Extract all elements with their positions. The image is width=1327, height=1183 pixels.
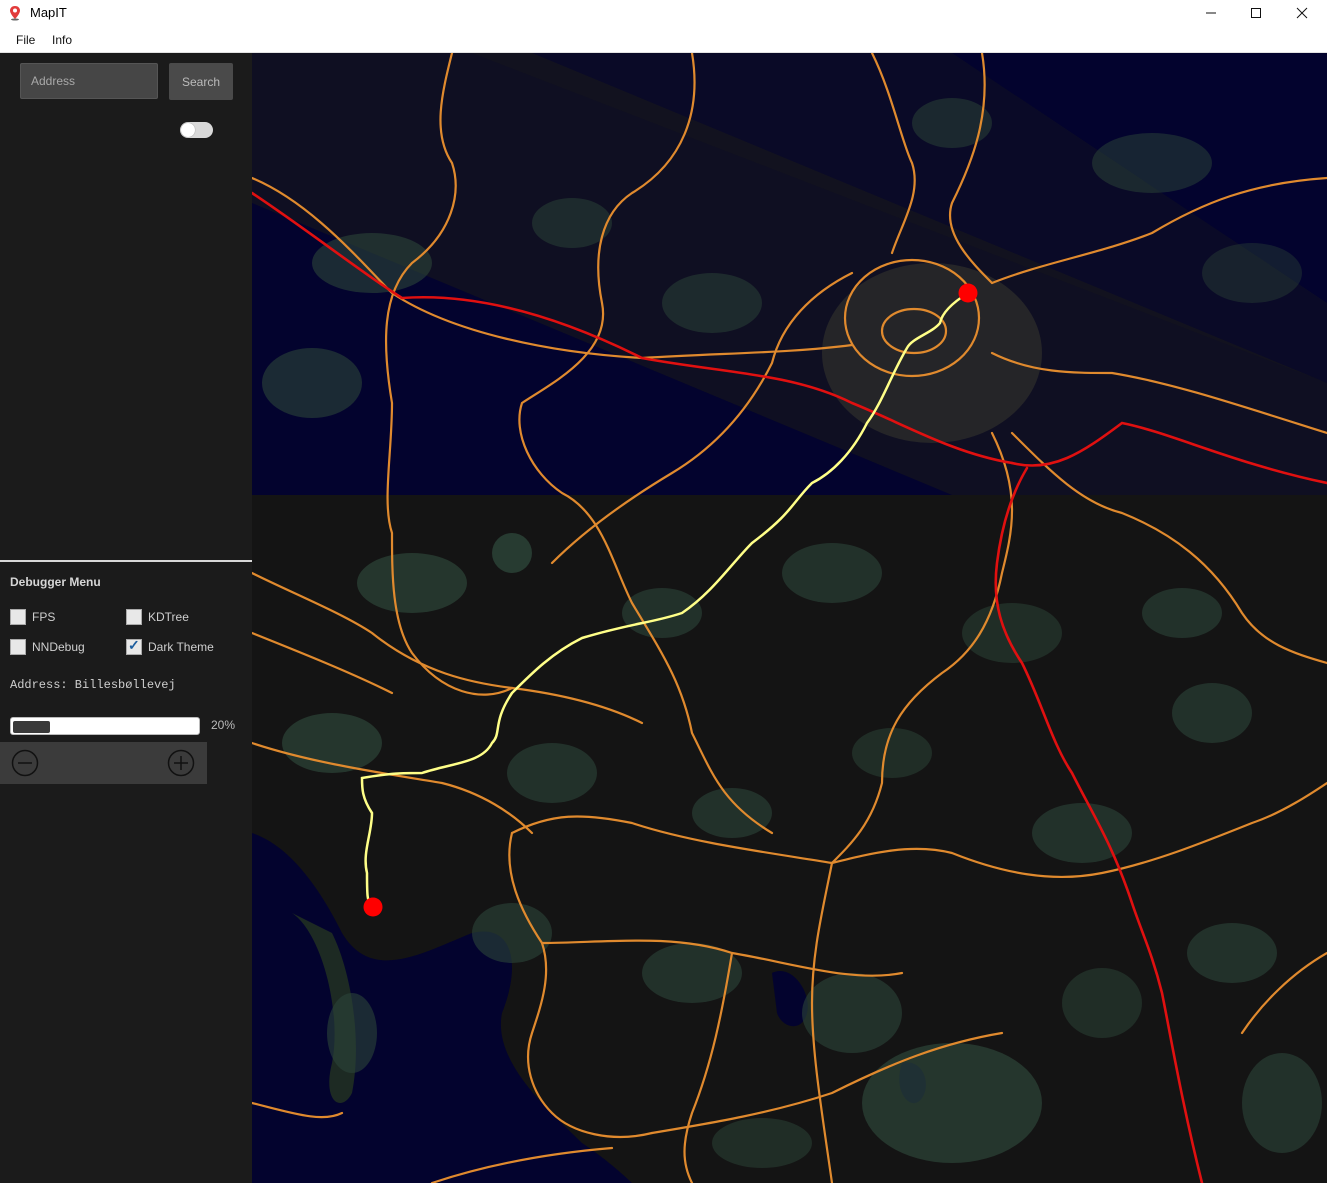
fps-label: FPS [32, 610, 56, 624]
route-start-marker[interactable] [958, 283, 978, 303]
kdtree-checkbox-box[interactable] [126, 609, 142, 625]
debugger-menu-title: Debugger Menu [10, 575, 101, 589]
progress-percent-label: 20% [211, 718, 236, 732]
kdtree-checkbox[interactable]: KDTree [126, 609, 189, 625]
map-pin-icon [10, 6, 20, 21]
menu-info[interactable]: Info [52, 33, 72, 47]
toggle-switch[interactable] [180, 122, 213, 138]
maximize-icon [1251, 8, 1261, 18]
progress-bar [10, 717, 200, 735]
toggle-knob [181, 123, 195, 137]
search-button[interactable]: Search [169, 63, 233, 100]
current-address-text: Address: Billesbøllevej [10, 678, 176, 692]
city-area [822, 263, 1042, 443]
sidebar: Search Debugger Menu FPS KDTree NNDebug … [0, 53, 252, 1183]
close-button[interactable] [1279, 0, 1325, 26]
zoom-in-icon[interactable] [167, 749, 195, 777]
nndebug-checkbox[interactable]: NNDebug [10, 639, 85, 655]
dark-theme-checkbox[interactable]: Dark Theme [126, 637, 214, 655]
maximize-button[interactable] [1233, 0, 1279, 26]
divider [0, 560, 252, 562]
menu-bar: File Info [0, 26, 1327, 53]
menu-file[interactable]: File [16, 33, 35, 47]
address-input[interactable] [20, 63, 158, 99]
kdtree-label: KDTree [148, 610, 189, 624]
close-icon [1296, 7, 1308, 19]
window-title: MapIT [30, 5, 67, 20]
dark-theme-checkbox-box[interactable] [126, 637, 142, 655]
map-svg[interactable] [252, 53, 1327, 1183]
nndebug-checkbox-box[interactable] [10, 639, 26, 655]
title-bar: MapIT [0, 0, 1327, 26]
nndebug-label: NNDebug [32, 640, 85, 654]
dark-theme-label: Dark Theme [148, 640, 214, 654]
fps-checkbox-box[interactable] [10, 609, 26, 625]
map-canvas[interactable] [252, 53, 1327, 1183]
zoom-out-icon[interactable] [11, 749, 39, 777]
minimize-icon [1206, 12, 1216, 14]
progress-fill [13, 721, 50, 733]
zoom-controls [0, 742, 207, 784]
fps-checkbox[interactable]: FPS [10, 609, 55, 625]
route-end-marker[interactable] [363, 897, 383, 917]
minimize-button[interactable] [1188, 0, 1234, 26]
